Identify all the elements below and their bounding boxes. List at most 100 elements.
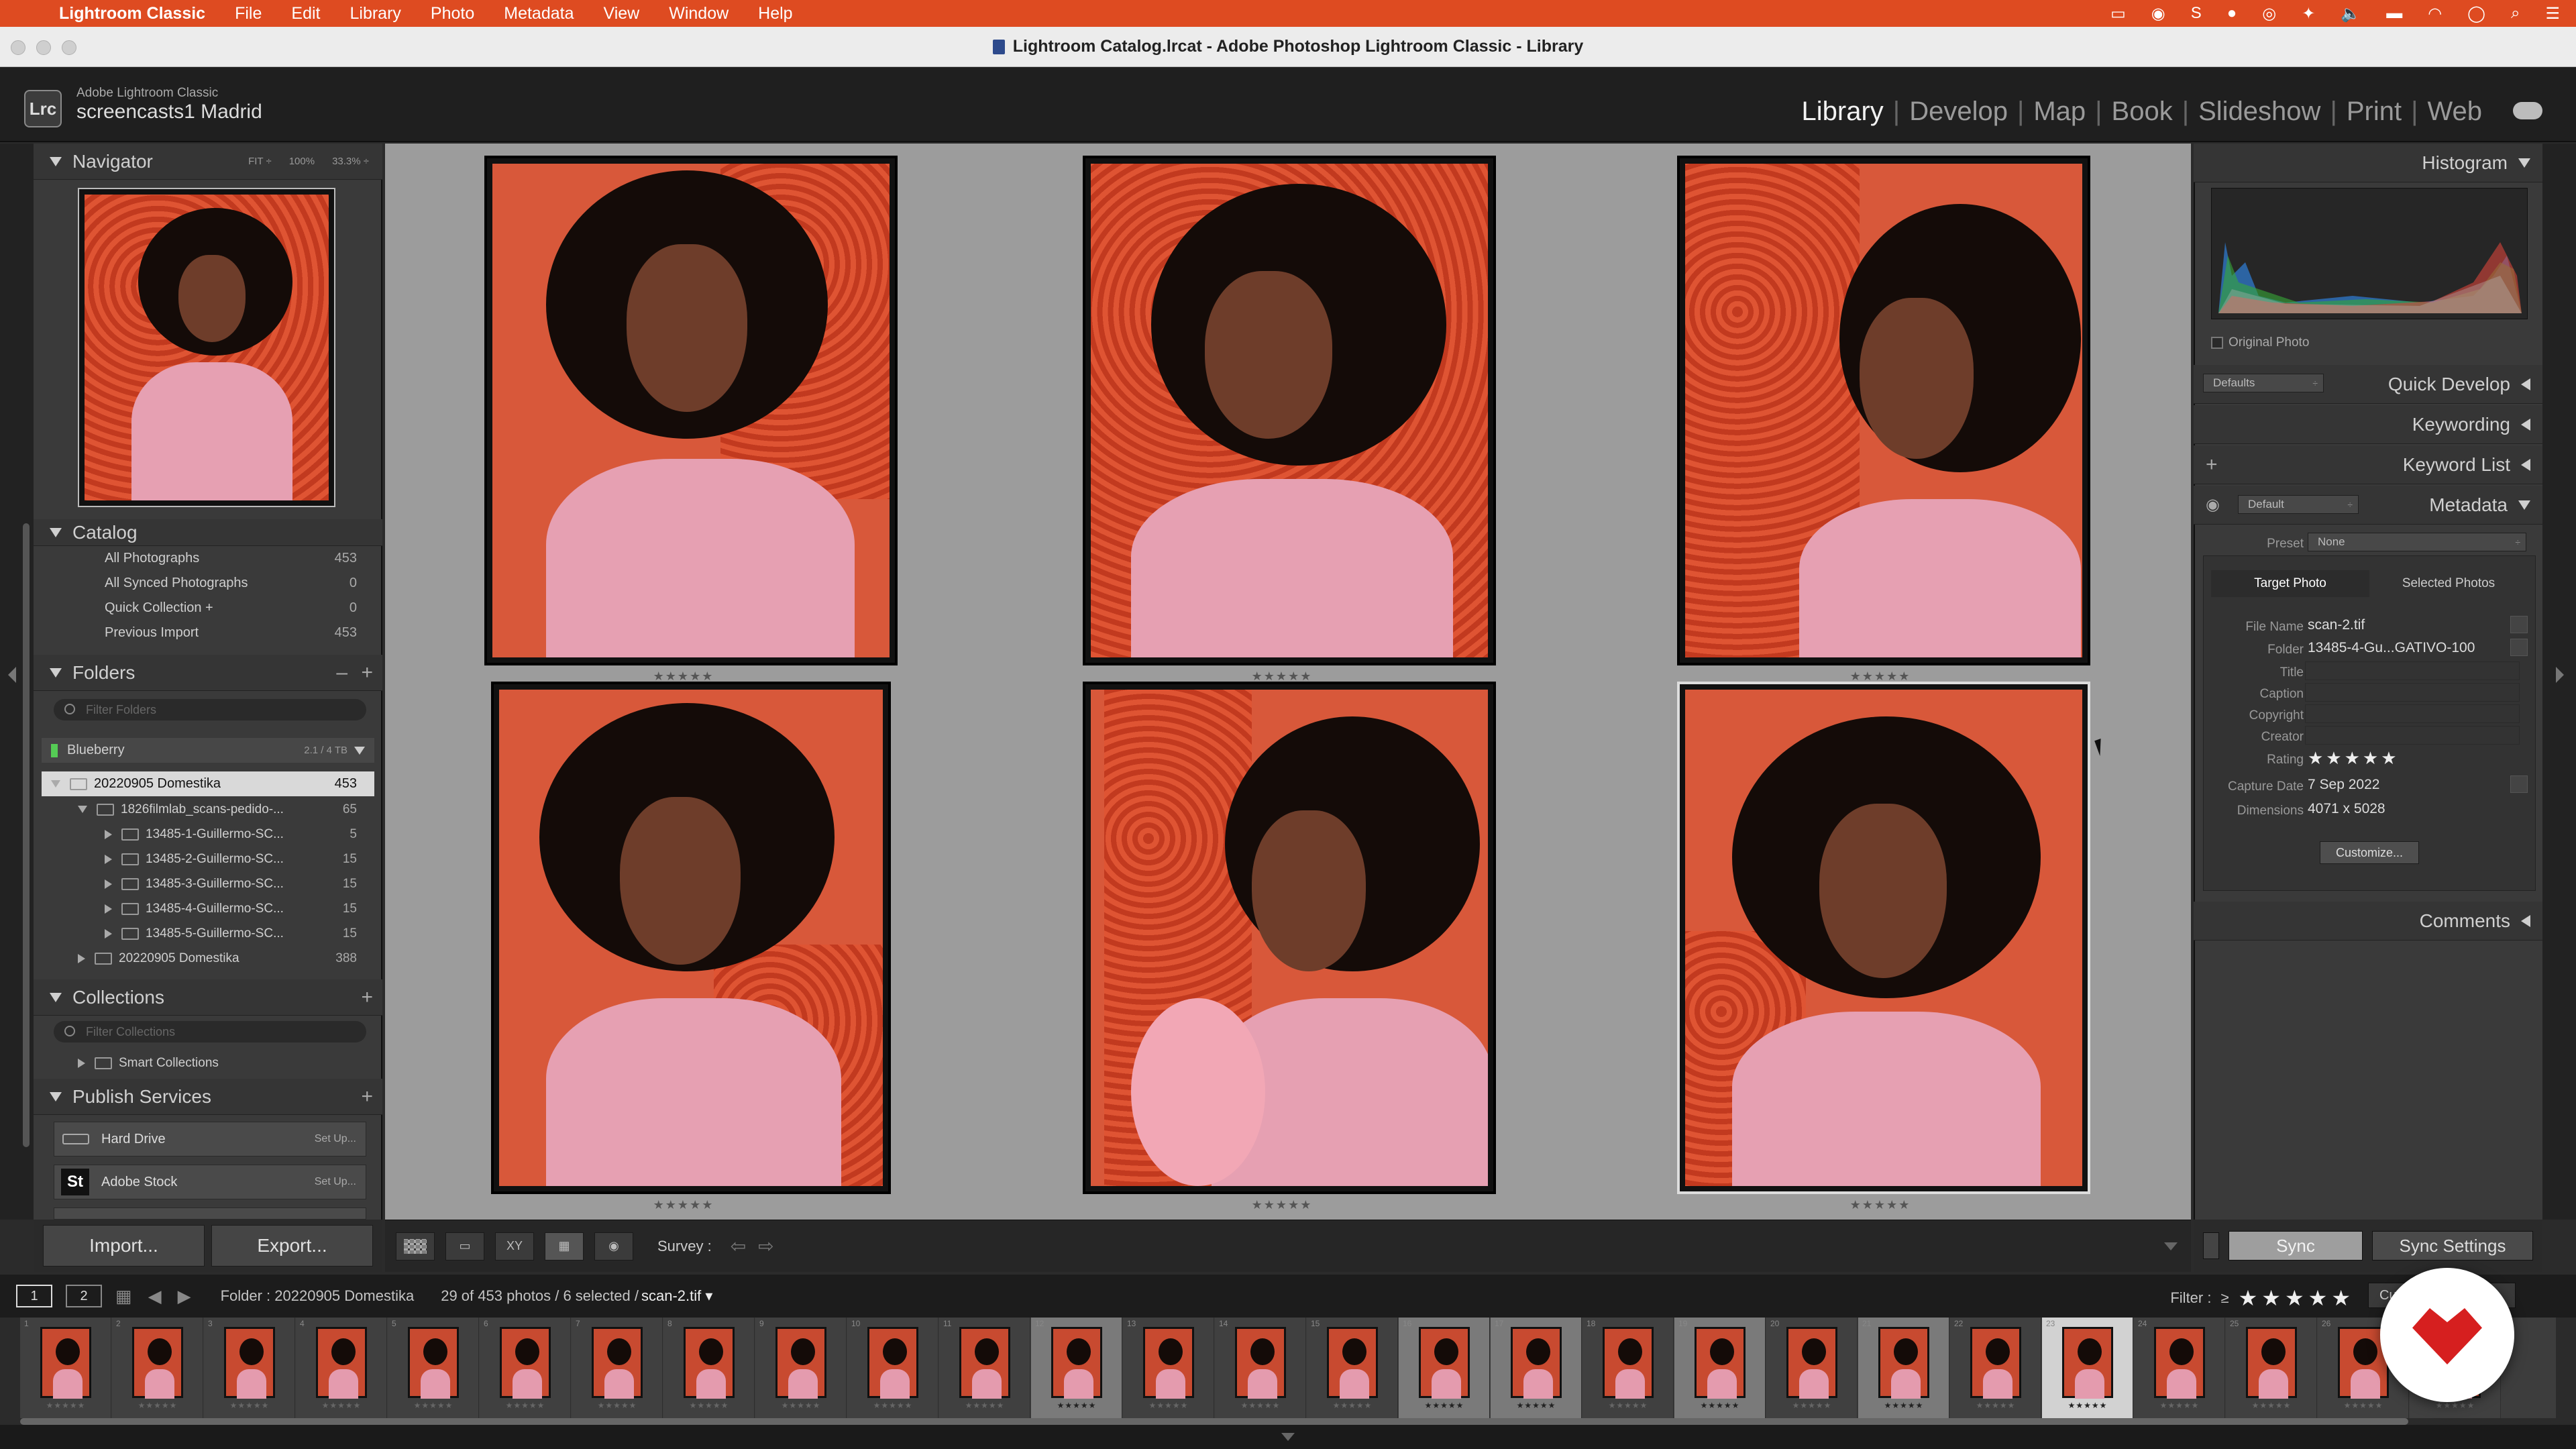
filmstrip-cell[interactable]: 14 ★★★★★ [1215, 1318, 1306, 1418]
rating-stars[interactable]: ★★★★★ [1582, 1198, 2179, 1212]
comments-header[interactable]: Comments [2194, 902, 2542, 941]
folder-item[interactable]: 13485-5-Guillermo-SC... 15 [42, 921, 374, 946]
filmstrip-cell[interactable]: 13 ★★★★★ [1123, 1318, 1214, 1418]
filmstrip-thumbnail[interactable] [1970, 1327, 2021, 1399]
grid-cell[interactable]: ★★★★★ [983, 150, 1580, 683]
filmstrip-thumbnail[interactable] [1695, 1327, 1746, 1399]
people-view-button[interactable]: ◉ [594, 1232, 633, 1260]
toolbar-options-icon[interactable] [2164, 1242, 2178, 1250]
back-arrow-icon[interactable]: ◀ [148, 1286, 162, 1307]
publish-adobe-stock[interactable]: St Adobe Stock Set Up... [54, 1165, 366, 1199]
file-name-value[interactable]: scan-2.tif [2305, 616, 2520, 635]
folder-item[interactable]: 13485-1-Guillermo-SC... 5 [42, 822, 374, 847]
filmstrip-thumbnail[interactable] [224, 1327, 275, 1399]
publish-more[interactable] [54, 1208, 366, 1220]
zoom-100[interactable]: 100% [289, 156, 315, 167]
folder-item[interactable]: 13485-3-Guillermo-SC... 15 [42, 871, 374, 896]
module-slideshow[interactable]: Slideshow [2198, 97, 2320, 127]
volume-dropdown-icon[interactable] [354, 746, 365, 755]
filmstrip-cell[interactable]: 18 ★★★★★ [1582, 1318, 1674, 1418]
filmstrip-cell[interactable]: 10 ★★★★★ [847, 1318, 938, 1418]
menu-library[interactable]: Library [350, 4, 400, 23]
filmstrip-cell[interactable]: 17 ★★★★★ [1491, 1318, 1582, 1418]
collapsed-triangle-icon[interactable] [105, 928, 112, 938]
customize-button[interactable]: Customize... [2320, 841, 2419, 864]
menu-window[interactable]: Window [669, 4, 729, 23]
skitch-icon[interactable]: S [2191, 4, 2202, 23]
folders-header[interactable]: Folders – + [34, 655, 382, 691]
add-collection-icon[interactable]: + [361, 986, 373, 1009]
collapsed-triangle-icon[interactable] [105, 854, 112, 864]
close-window-button[interactable] [11, 40, 25, 55]
grid-cell[interactable]: ★★★★★ [385, 150, 982, 683]
photo-thumbnail[interactable] [1677, 156, 2090, 665]
catalog-all-synced[interactable]: All Synced Photographs 0 [42, 571, 374, 596]
filmstrip-cell[interactable]: 25 ★★★★★ [2226, 1318, 2317, 1418]
filmstrip-cell[interactable]: 7 ★★★★★ [572, 1318, 663, 1418]
photo-thumbnail[interactable] [484, 156, 898, 665]
filmstrip-thumbnail[interactable] [500, 1327, 551, 1399]
filmstrip-thumbnail[interactable] [40, 1327, 91, 1399]
filmstrip-thumbnail[interactable] [408, 1327, 459, 1399]
navigator-header[interactable]: Navigator FIT ÷ 100% 33.3% ÷ [34, 144, 382, 180]
filmstrip-thumbnail[interactable] [1511, 1327, 1562, 1399]
filmstrip-thumbnail[interactable] [1143, 1327, 1194, 1399]
next-photo-icon[interactable]: ⇨ [758, 1235, 773, 1257]
module-print[interactable]: Print [2347, 97, 2402, 127]
collapsed-triangle-icon[interactable] [105, 904, 112, 914]
collapsed-triangle-icon[interactable] [78, 1058, 85, 1068]
filmstrip-thumbnail[interactable] [1419, 1327, 1470, 1399]
filmstrip-thumbnail[interactable] [1235, 1327, 1286, 1399]
module-web[interactable]: Web [2427, 97, 2482, 127]
zoom-33[interactable]: 33.3% ÷ [332, 156, 369, 167]
filmstrip-thumbnail[interactable] [2154, 1327, 2205, 1399]
title-field[interactable] [2305, 661, 2520, 680]
previous-photo-icon[interactable]: ⇦ [731, 1235, 746, 1257]
collapse-right-icon[interactable] [2556, 667, 2564, 683]
grid-cell[interactable]: ★★★★★ [1582, 680, 2179, 1212]
filter-collections-input[interactable]: Filter Collections [54, 1021, 366, 1042]
publish-services-header[interactable]: Publish Services + [34, 1079, 382, 1115]
catalog-all-photographs[interactable]: All Photographs 453 [42, 546, 374, 571]
filmstrip-current-file[interactable]: scan-2.tif ▾ [641, 1287, 712, 1305]
filmstrip-cell[interactable]: 24 ★★★★★ [2134, 1318, 2225, 1418]
export-button[interactable]: Export... [211, 1225, 373, 1267]
filmstrip-cell[interactable]: 8 ★★★★★ [663, 1318, 755, 1418]
folder-item[interactable]: 20220905 Domestika 453 [42, 771, 374, 796]
navigator-preview[interactable] [78, 188, 335, 507]
collapse-left-icon[interactable] [8, 667, 16, 683]
copyright-field[interactable] [2305, 704, 2520, 723]
volume-icon[interactable]: 🔈 [2341, 4, 2361, 23]
filmstrip-cell[interactable]: 4 ★★★★★ [296, 1318, 387, 1418]
folder-item[interactable]: 13485-2-Guillermo-SC... 15 [42, 847, 374, 871]
caption-field[interactable] [2305, 683, 2520, 702]
compare-view-button[interactable]: XY [495, 1232, 534, 1260]
publish-setup-link[interactable]: Set Up... [315, 1176, 356, 1188]
keywording-header[interactable]: Keywording [2194, 405, 2542, 444]
collections-header[interactable]: Collections + [34, 979, 382, 1016]
tab-target-photo[interactable]: Target Photo [2211, 570, 2369, 597]
grid-icon[interactable]: ▦ [115, 1286, 132, 1307]
collapsed-triangle-icon[interactable] [78, 953, 85, 963]
obs-icon[interactable]: ◉ [2151, 4, 2165, 23]
capture-date-action-icon[interactable] [2510, 775, 2528, 793]
zoom-fit[interactable]: FIT ÷ [248, 156, 272, 167]
module-map[interactable]: Map [2033, 97, 2086, 127]
photo-thumbnail[interactable] [1083, 156, 1496, 665]
rating-stars[interactable]: ★★★★★ [983, 1198, 1580, 1212]
module-library[interactable]: Library [1802, 97, 1884, 127]
filmstrip-thumbnail[interactable] [316, 1327, 367, 1399]
secondary-window-button[interactable]: 2 [66, 1285, 102, 1307]
grid-cell[interactable]: ★★★★★ [983, 680, 1580, 1212]
keyword-list-header[interactable]: + Keyword List [2194, 445, 2542, 484]
filmstrip-thumbnail[interactable] [2246, 1327, 2297, 1399]
metadata-view-select[interactable]: Default ÷ [2238, 495, 2359, 514]
menu-view[interactable]: View [604, 4, 640, 23]
sync-button[interactable]: Sync [2229, 1231, 2363, 1260]
forward-arrow-icon[interactable]: ▶ [178, 1286, 191, 1307]
settings-icon[interactable]: ✦ [2302, 4, 2315, 23]
filmstrip-cell[interactable]: 23 ★★★★★ [2042, 1318, 2133, 1418]
add-folder-icon[interactable]: + [361, 661, 373, 684]
original-photo-checkbox[interactable] [2211, 337, 2223, 349]
filmstrip-cell[interactable]: 3 ★★★★★ [204, 1318, 295, 1418]
